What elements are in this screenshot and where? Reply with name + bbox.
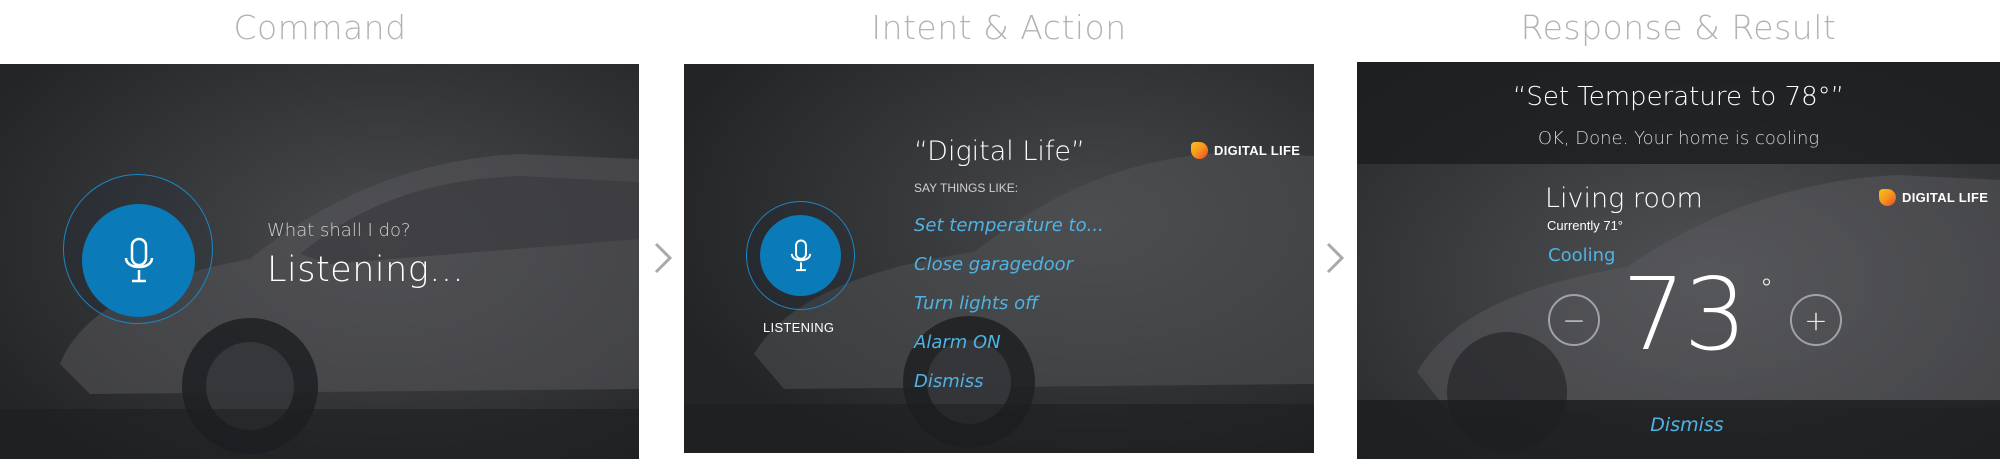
say-things-like-label: SAY THINGS LIKE: — [914, 181, 1019, 195]
minus-icon: − — [1562, 303, 1586, 337]
command-prompt: What shall I do? — [267, 220, 411, 241]
step-title-command: Command — [233, 8, 407, 47]
step-title-intent-action: Intent & Action — [871, 8, 1127, 47]
response-confirmation: OK, Done. Your home is cooling — [1537, 128, 1820, 149]
step-title-response-result: Response & Result — [1520, 8, 1837, 47]
plus-icon: + — [1804, 303, 1828, 337]
command-echo: “Set Temperature to 78°” — [1512, 82, 1845, 112]
microphone-button[interactable] — [760, 215, 841, 296]
microphone-icon — [790, 238, 811, 271]
digital-life-logo: DIGITAL LIFE — [1191, 142, 1300, 159]
degree-symbol: ° — [1760, 274, 1773, 304]
response-result-panel: “Set Temperature to 78°” OK, Done. Your … — [1357, 62, 2000, 459]
chevron-right-icon — [654, 242, 673, 274]
digital-life-logo-text: DIGITAL LIFE — [1902, 190, 1989, 205]
suggestion-dismiss[interactable]: Dismiss — [914, 371, 984, 392]
command-panel: What shall I do? Listening... — [0, 64, 639, 459]
listening-status: Listening... — [267, 250, 465, 290]
room-name: Living room — [1545, 183, 1703, 214]
listening-label: LISTENING — [763, 320, 835, 335]
increase-temperature-button[interactable]: + — [1790, 294, 1842, 346]
suggestion-turn-lights-off[interactable]: Turn lights off — [914, 293, 1038, 314]
dismiss-button[interactable]: Dismiss — [1357, 414, 2000, 436]
suggestion-set-temperature[interactable]: Set temperature to... — [914, 215, 1104, 236]
digital-life-logo: DIGITAL LIFE — [1879, 189, 1988, 206]
microphone-icon — [124, 237, 153, 282]
suggestion-alarm-on[interactable]: Alarm ON — [914, 332, 1001, 353]
digital-life-logo-icon — [1879, 189, 1896, 206]
chevron-right-icon — [1326, 242, 1345, 274]
microphone-button[interactable] — [82, 204, 195, 317]
current-temperature: Currently 71° — [1547, 218, 1624, 233]
suggestion-close-garagedoor[interactable]: Close garagedoor — [914, 254, 1073, 275]
temperature-setpoint: 73 — [1622, 256, 1747, 373]
decrease-temperature-button[interactable]: − — [1548, 294, 1600, 346]
mode-label: Cooling — [1548, 245, 1616, 266]
intent-action-panel: LISTENING “Digital Life” DIGITAL LIFE SA… — [684, 64, 1314, 453]
digital-life-logo-icon — [1191, 142, 1208, 159]
intent-heading: “Digital Life” — [914, 136, 1086, 167]
digital-life-logo-text: DIGITAL LIFE — [1214, 143, 1301, 158]
